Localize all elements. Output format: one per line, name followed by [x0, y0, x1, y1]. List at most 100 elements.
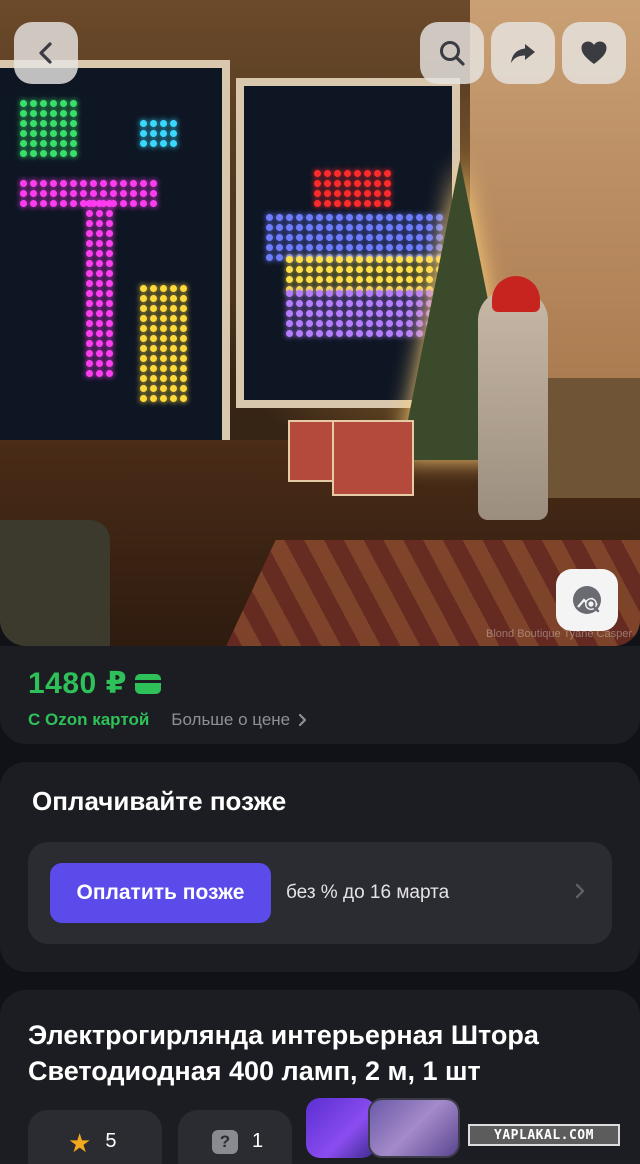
gift-box: [332, 420, 414, 496]
led-bulb: [180, 395, 187, 402]
led-bulb: [40, 100, 47, 107]
led-bulb: [354, 200, 361, 207]
led-bulb: [170, 365, 177, 372]
questions-button[interactable]: ? 1: [178, 1110, 292, 1164]
led-bulb: [316, 256, 323, 263]
led-bulb: [96, 280, 103, 287]
led-bulb: [356, 310, 363, 317]
review-photo-thumbnail[interactable]: [368, 1098, 460, 1158]
led-bulb: [306, 244, 313, 251]
led-bulb: [286, 234, 293, 241]
led-bulb: [30, 130, 37, 137]
led-bulb: [170, 335, 177, 342]
led-bulb: [60, 180, 67, 187]
led-bulb: [336, 320, 343, 327]
pay-later-button[interactable]: Оплатить позже: [50, 863, 271, 923]
led-bulb: [306, 214, 313, 221]
led-bulb: [96, 370, 103, 377]
led-bulb: [326, 234, 333, 241]
back-button[interactable]: [14, 22, 78, 84]
back-arrow-icon: [39, 42, 52, 64]
more-price-link[interactable]: Больше о цене: [171, 710, 308, 730]
led-bulb: [374, 180, 381, 187]
led-bulb: [40, 200, 47, 207]
rating-button[interactable]: ★ 5: [28, 1110, 162, 1164]
led-bulb: [384, 170, 391, 177]
led-bulb: [40, 150, 47, 157]
star-icon: ★: [68, 1128, 92, 1158]
led-bulb: [150, 200, 157, 207]
search-icon: [440, 41, 465, 66]
share-button[interactable]: [491, 22, 555, 84]
led-bulb: [296, 320, 303, 327]
led-bulb: [96, 260, 103, 267]
pay-later-option[interactable]: Оплатить позже без % до 16 марта: [28, 842, 612, 944]
led-bulb: [30, 110, 37, 117]
led-bulb: [336, 224, 343, 231]
led-bulb: [296, 330, 303, 337]
led-bulb: [180, 365, 187, 372]
led-bulb: [286, 244, 293, 251]
led-bulb: [376, 214, 383, 221]
led-bulb: [366, 266, 373, 273]
led-bulb: [266, 254, 273, 261]
led-bulb: [160, 120, 167, 127]
led-bulb: [344, 180, 351, 187]
review-photo-thumbnail[interactable]: [306, 1098, 376, 1158]
led-bulb: [286, 276, 293, 283]
image-search-icon: [573, 586, 601, 614]
led-bulb: [30, 140, 37, 147]
led-bulb: [286, 310, 293, 317]
led-bulb: [170, 375, 177, 382]
led-bulb: [334, 190, 341, 197]
led-bulb: [356, 290, 363, 297]
led-bulb: [170, 285, 177, 292]
led-bulb: [376, 244, 383, 251]
led-bulb: [20, 200, 27, 207]
led-bulb: [336, 300, 343, 307]
led-bulb: [96, 340, 103, 347]
led-bulb: [366, 214, 373, 221]
chevron-right-icon: [299, 713, 307, 727]
led-bulb: [346, 266, 353, 273]
led-bulb: [286, 214, 293, 221]
led-bulb: [106, 280, 113, 287]
led-bulb: [20, 120, 27, 127]
led-bulb: [344, 170, 351, 177]
led-bulb: [50, 100, 57, 107]
led-bulb: [106, 340, 113, 347]
led-bulb: [376, 300, 383, 307]
led-bulb: [366, 300, 373, 307]
led-bulb: [366, 276, 373, 283]
favorite-button[interactable]: [562, 22, 626, 84]
led-bulb: [364, 190, 371, 197]
led-bulb: [316, 266, 323, 273]
led-bulb: [346, 276, 353, 283]
led-bulb: [106, 230, 113, 237]
price-row[interactable]: 1480 ₽: [28, 666, 161, 701]
led-bulb: [120, 180, 127, 187]
led-bulb: [180, 285, 187, 292]
led-bulb: [160, 355, 167, 362]
led-bulb: [86, 330, 93, 337]
led-bulb: [386, 244, 393, 251]
led-bulb: [296, 310, 303, 317]
led-bulb: [336, 330, 343, 337]
led-bulb: [346, 244, 353, 251]
led-bulb: [276, 254, 283, 261]
image-search-button[interactable]: [556, 569, 618, 631]
led-bulb: [170, 140, 177, 147]
led-bulb: [180, 385, 187, 392]
product-image[interactable]: Blond Boutique Tyane Casper: [0, 0, 640, 646]
led-bulb: [140, 335, 147, 342]
search-button[interactable]: [420, 22, 484, 84]
led-bulb: [86, 220, 93, 227]
led-bulb: [106, 310, 113, 317]
led-bulb: [30, 200, 37, 207]
led-bulb: [356, 244, 363, 251]
led-bulb: [86, 340, 93, 347]
led-bulb: [106, 260, 113, 267]
led-bulb: [60, 100, 67, 107]
led-bulb: [366, 310, 373, 317]
led-bulb: [96, 250, 103, 257]
